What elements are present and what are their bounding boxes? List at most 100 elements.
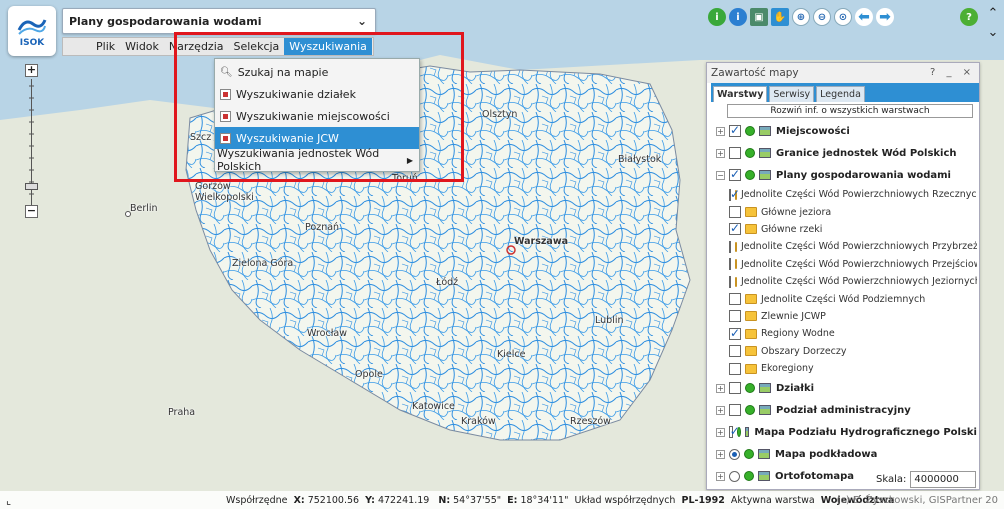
zoom-handle[interactable] [25, 183, 38, 190]
layer-checkbox[interactable] [729, 345, 741, 358]
layer-checkbox[interactable] [728, 424, 741, 439]
folder-icon [735, 276, 737, 287]
layer-row[interactable]: + Działki [707, 377, 977, 399]
city-label: Olsztyn [482, 109, 518, 120]
layer-row[interactable]: Jednolite Części Wód Powierzchniowych Pr… [707, 256, 977, 273]
x-label: X: [293, 494, 305, 506]
y-value: 472241.19 [377, 494, 430, 506]
folder-icon [745, 311, 757, 322]
back-arrow-icon[interactable]: ⬅ [855, 8, 873, 26]
layer-row[interactable]: Główne rzeki [707, 221, 977, 238]
layer-row[interactable]: + Podział administracyjny [707, 399, 977, 421]
info-blue-icon[interactable]: i [729, 8, 747, 26]
layer-checkbox[interactable] [729, 123, 741, 137]
layer-checkbox[interactable] [729, 275, 731, 288]
layer-row[interactable]: Zlewnie JCWP [707, 308, 977, 325]
help-button[interactable]: ? [960, 8, 978, 26]
city-label: Zielona Góra [232, 258, 294, 269]
expand-icon[interactable]: + [716, 148, 725, 158]
city-label: Katowice [412, 401, 455, 412]
layer-checkbox[interactable] [729, 382, 741, 395]
n-value: 54°37'55" [453, 494, 502, 506]
layer-label: Zlewnie JCWP [761, 310, 826, 322]
zoom-out-button[interactable]: − [25, 205, 38, 218]
layer-row[interactable]: + Granice jednostek Wód Polskich [707, 142, 977, 164]
layer-checkbox[interactable] [729, 258, 731, 271]
layer-row[interactable]: Regiony Wodne [707, 325, 977, 342]
city-label: Białystok [618, 154, 662, 165]
layer-checkbox[interactable] [729, 187, 740, 201]
y-label: Y: [365, 494, 375, 506]
layer-row[interactable]: + Mapa Podziału Hydrograficznego Polski [707, 421, 977, 443]
layer-row[interactable]: Główne jeziora [707, 203, 977, 220]
layer-row[interactable]: Jednolite Części Wód Powierzchniowych Rz… [707, 186, 977, 203]
layer-label: Jednolite Części Wód Podziemnych [761, 293, 926, 305]
n-label: N: [438, 494, 451, 506]
map-composition-value: Plany gospodarowania wodami [69, 14, 262, 28]
layer-row[interactable]: Obszary Dorzeczy [707, 343, 977, 360]
e-value: 18°34'11" [520, 494, 569, 506]
zoom-extent-icon[interactable]: ⊙ [834, 8, 852, 26]
layer-row[interactable]: Jednolite Części Wód Powierzchniowych Je… [707, 273, 977, 290]
layer-checkbox[interactable] [729, 362, 741, 375]
layer-radio[interactable] [729, 470, 740, 482]
zoom-in-icon[interactable]: ⊕ [792, 8, 810, 26]
layer-checkbox[interactable] [729, 404, 741, 417]
forward-arrow-icon[interactable]: ➡ [876, 8, 894, 26]
city-label: Lublin [595, 315, 624, 326]
layer-label: Jednolite Części Wód Powierzchniowych Je… [741, 276, 977, 288]
layer-checkbox[interactable] [729, 167, 741, 181]
layer-row[interactable]: Jednolite Części Wód Podziemnych [707, 290, 977, 307]
layer-checkbox[interactable] [729, 310, 741, 323]
layer-row[interactable]: Ekoregiony [707, 360, 977, 377]
expand-icon[interactable]: + [716, 126, 725, 136]
zoom-out-icon[interactable]: ⊖ [813, 8, 831, 26]
pan-hand-icon[interactable]: ✋ [771, 8, 789, 26]
expand-icon[interactable]: + [716, 383, 725, 393]
tab-legenda[interactable]: Legenda [816, 86, 865, 102]
panel-header: Zawartość mapy ? _ × [707, 63, 979, 83]
city-label: Opole [355, 369, 383, 380]
layer-checkbox[interactable] [729, 293, 741, 306]
expand-all-button[interactable]: Rozwiń inf. o wszystkich warstwach [727, 104, 973, 118]
info-green-icon[interactable]: i [708, 8, 726, 26]
city-dot [125, 211, 131, 217]
layer-checkbox[interactable] [729, 147, 741, 159]
zoom-in-button[interactable]: + [25, 64, 38, 77]
wave-logo-icon [17, 19, 47, 35]
resize-corner-icon[interactable]: ⌞ [6, 494, 18, 507]
menu-plik[interactable]: Plik [91, 38, 120, 55]
panel-controls[interactable]: ? _ × [930, 63, 975, 83]
layer-checkbox[interactable] [729, 206, 741, 219]
chevron-up-icon[interactable]: ⌃ [984, 4, 1002, 23]
layer-icon [759, 148, 771, 158]
panel-tabs: Warstwy Serwisy Legenda [711, 83, 979, 102]
map-composition-select[interactable]: Plany gospodarowania wodami ⌄ [62, 8, 376, 34]
identify-icon[interactable]: ▣ [750, 8, 768, 26]
chevron-down-icon[interactable]: ⌄ [984, 23, 1002, 42]
expand-icon[interactable]: + [716, 405, 725, 415]
scale-input[interactable]: 4000000 [910, 470, 976, 488]
expand-icon[interactable]: + [716, 449, 725, 459]
layer-checkbox[interactable] [729, 240, 731, 253]
chevron-down-icon[interactable]: ⌄ [357, 14, 367, 28]
tab-serwisy[interactable]: Serwisy [769, 86, 815, 102]
layer-checkbox[interactable] [729, 326, 741, 340]
folder-icon [735, 241, 737, 252]
city-label: Rzeszów [570, 416, 611, 427]
city-label: Łódź [436, 277, 459, 288]
collapse-icon[interactable]: − [716, 170, 725, 180]
layer-row[interactable]: + Mapa podkładowa [707, 443, 977, 465]
menu-widok[interactable]: Widok [120, 38, 164, 55]
system-value: PL-1992 [681, 494, 725, 506]
layer-row[interactable]: + Miejscowości [707, 120, 977, 142]
expand-icon[interactable]: + [716, 427, 725, 437]
layer-row[interactable]: Jednolite Części Wód Powierzchniowych Pr… [707, 238, 977, 255]
expand-icon[interactable]: + [716, 471, 725, 481]
layer-radio[interactable] [729, 448, 740, 460]
tab-warstwy[interactable]: Warstwy [713, 86, 768, 102]
zoom-slider[interactable]: + − [25, 64, 39, 224]
layer-row[interactable]: − Plany gospodarowania wodami [707, 164, 977, 186]
isok-logo: ISOK [8, 6, 56, 56]
layer-checkbox[interactable] [729, 221, 741, 236]
